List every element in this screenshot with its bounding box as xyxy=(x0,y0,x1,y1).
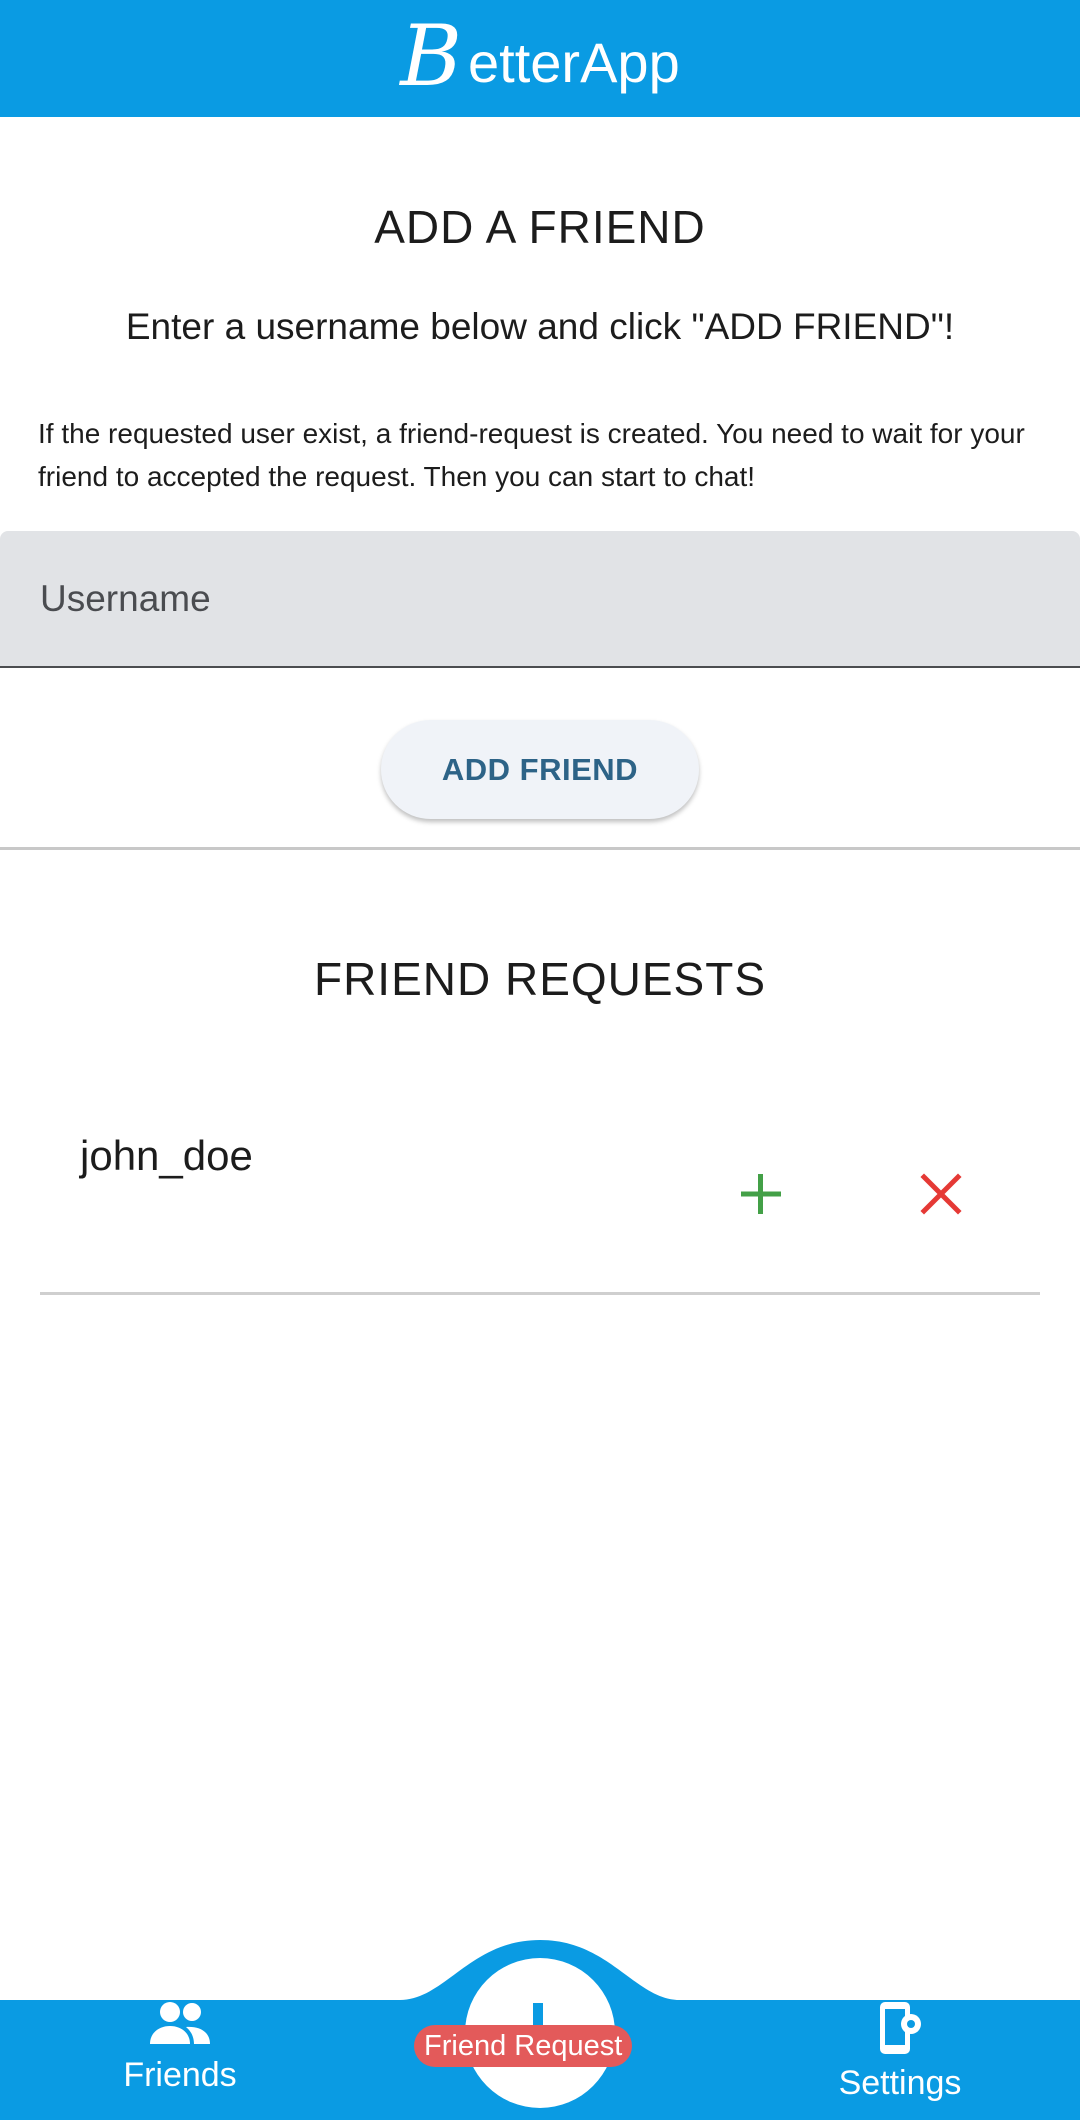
app-bar: B etterApp xyxy=(0,0,1080,117)
nav-friends[interactable]: Friends xyxy=(60,2000,300,2120)
app-title: etterApp xyxy=(468,30,680,94)
nav-settings[interactable]: Settings xyxy=(780,2000,1020,2120)
logo-letter: B xyxy=(400,6,463,105)
nav-friends-label: Friends xyxy=(123,2056,237,2094)
section-divider xyxy=(0,847,1080,850)
username-field[interactable] xyxy=(0,531,1080,668)
nav-settings-label: Settings xyxy=(838,2064,962,2102)
friend-requests-title: FRIEND REQUESTS xyxy=(313,953,767,1005)
request-row-divider xyxy=(40,1292,1040,1295)
add-friend-screen: B etterApp ADD A FRIEND Enter a username… xyxy=(0,0,1080,2120)
add-friend-description: If the requested user exist, a friend-re… xyxy=(38,418,1025,492)
plus-icon[interactable] xyxy=(731,1164,791,1224)
friend-request-row: john_doe xyxy=(40,1110,1040,1295)
username-input[interactable] xyxy=(0,531,1080,666)
close-icon[interactable] xyxy=(911,1164,971,1224)
request-username: john_doe xyxy=(80,1132,253,1179)
people-icon xyxy=(150,2002,210,2044)
app-logo: B etterApp xyxy=(400,14,680,98)
add-friend-subtitle: Enter a username below and click "ADD FR… xyxy=(125,306,955,347)
friend-request-badge[interactable]: Friend Request xyxy=(414,2025,633,2067)
phone-settings-icon xyxy=(880,2002,921,2054)
add-friend-title: ADD A FRIEND xyxy=(374,201,706,253)
add-friend-button[interactable]: ADD FRIEND xyxy=(381,720,699,819)
